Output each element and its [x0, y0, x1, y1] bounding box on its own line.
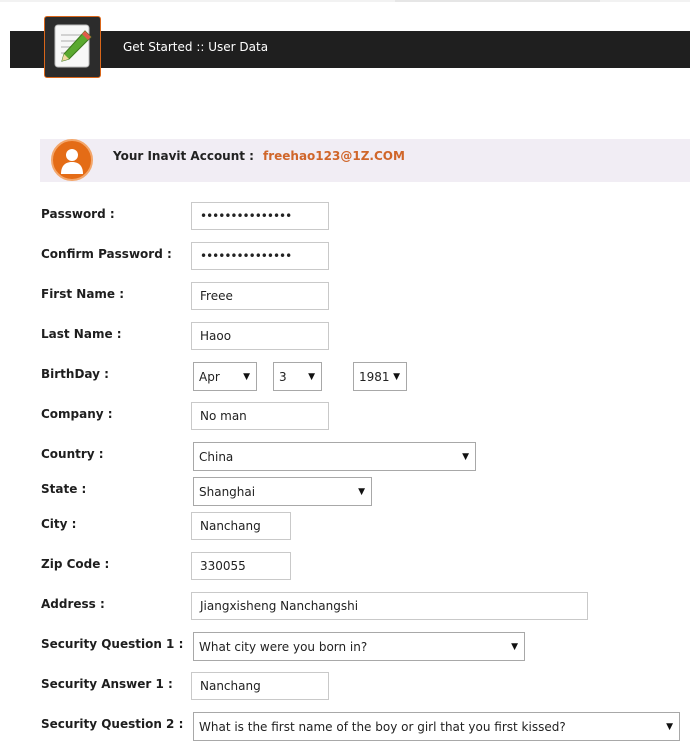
security-question-1-value: What city were you born in?	[199, 640, 368, 654]
security-answer-1-label: Security Answer 1 :	[41, 677, 173, 691]
password-label: Password :	[41, 207, 115, 221]
country-select[interactable]: China ▼	[193, 442, 476, 471]
company-field[interactable]: No man	[191, 402, 329, 430]
security-question-1-select[interactable]: What city were you born in? ▼	[193, 632, 525, 661]
password-field[interactable]: •••••••••••••••	[191, 202, 329, 230]
caret-down-icon: ▼	[308, 372, 315, 382]
last-name-label: Last Name :	[41, 327, 122, 341]
security-question-2-label: Security Question 2 :	[41, 717, 184, 731]
address-field[interactable]: Jiangxisheng Nanchangshi	[191, 592, 588, 620]
company-label: Company :	[41, 407, 113, 421]
first-name-label: First Name :	[41, 287, 125, 301]
account-label: Your Inavit Account :	[113, 149, 254, 163]
birth-month-value: Apr	[199, 370, 220, 384]
security-answer-1-field[interactable]: Nanchang	[191, 672, 329, 700]
security-question-2-select[interactable]: What is the first name of the boy or gir…	[193, 712, 680, 741]
security-question-1-label: Security Question 1 :	[41, 637, 184, 651]
zip-code-label: Zip Code :	[41, 557, 110, 571]
caret-down-icon: ▼	[511, 642, 518, 652]
caret-down-icon: ▼	[462, 452, 469, 462]
birth-year-select[interactable]: 1981 ▼	[353, 362, 407, 391]
top-strip	[395, 0, 600, 2]
header-bar: Get Started :: User Data	[10, 31, 690, 68]
state-select[interactable]: Shanghai ▼	[193, 477, 372, 506]
first-name-field[interactable]: Freee	[191, 282, 329, 310]
security-question-2-value: What is the first name of the boy or gir…	[199, 720, 566, 734]
caret-down-icon: ▼	[243, 372, 250, 382]
state-value: Shanghai	[199, 485, 256, 499]
birthday-label: BirthDay :	[41, 367, 109, 381]
birth-day-value: 3	[279, 370, 287, 384]
country-label: Country :	[41, 447, 104, 461]
notepad-pencil-icon	[44, 16, 101, 78]
page-title: Get Started :: User Data	[123, 40, 269, 54]
birth-day-select[interactable]: 3 ▼	[273, 362, 322, 391]
confirm-password-field[interactable]: •••••••••••••••	[191, 242, 329, 270]
birth-month-select[interactable]: Apr ▼	[193, 362, 257, 391]
account-bar: Your Inavit Account : freehao123@1Z.COM	[40, 139, 690, 182]
zip-code-field[interactable]: 330055	[191, 552, 291, 580]
state-label: State :	[41, 482, 87, 496]
account-email: freehao123@1Z.COM	[263, 149, 405, 163]
confirm-password-label: Confirm Password :	[41, 247, 172, 261]
caret-down-icon: ▼	[358, 487, 365, 497]
caret-down-icon: ▼	[393, 372, 400, 382]
user-avatar-icon	[51, 139, 93, 181]
last-name-field[interactable]: Haoo	[191, 322, 329, 350]
country-value: China	[199, 450, 234, 464]
city-label: City :	[41, 517, 77, 531]
birth-year-value: 1981	[359, 370, 390, 384]
caret-down-icon: ▼	[666, 722, 673, 732]
address-label: Address :	[41, 597, 105, 611]
city-field[interactable]: Nanchang	[191, 512, 291, 540]
